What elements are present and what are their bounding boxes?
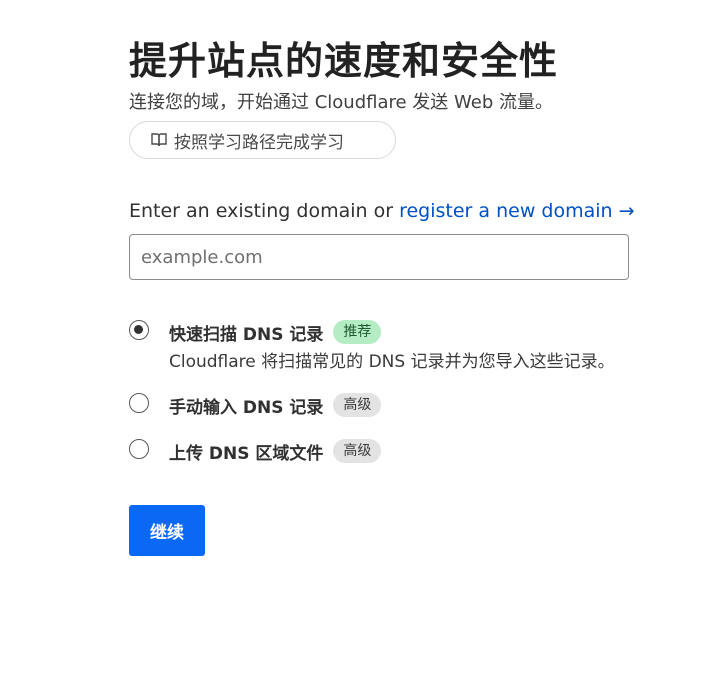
quick-scan-title: 快速扫描 DNS 记录 [169,324,324,345]
page-title: 提升站点的速度和安全性 [129,39,559,83]
domain-input[interactable] [129,234,629,280]
advanced-badge: 高级 [333,393,382,417]
learning-path-label: 按照学习路径完成学习 [174,132,344,153]
domain-label: Enter an existing domain or register a n… [129,200,635,222]
manual-entry-radio[interactable] [129,393,149,413]
register-domain-link[interactable]: register a new domain → [399,200,634,222]
upload-zone-file-title: 上传 DNS 区域文件 [169,443,324,464]
upload-zone-file-radio[interactable] [129,439,149,459]
quick-scan-radio[interactable] [129,320,149,340]
arrow-right-icon: → [618,200,635,222]
book-icon [150,132,168,148]
option-upload-zone-file[interactable]: 上传 DNS 区域文件 高级 [129,439,382,464]
option-manual-entry[interactable]: 手动输入 DNS 记录 高级 [129,393,382,418]
page-subtitle: 连接您的域，开始通过 Cloudflare 发送 Web 流量。 [129,92,553,113]
recommended-badge: 推荐 [333,320,382,344]
continue-button[interactable]: 继续 [129,505,205,556]
option-quick-scan[interactable]: 快速扫描 DNS 记录 推荐 Cloudflare 将扫描常见的 DNS 记录并… [129,320,615,372]
advanced-badge: 高级 [333,439,382,463]
quick-scan-description: Cloudflare 将扫描常见的 DNS 记录并为您导入这些记录。 [169,352,615,372]
domain-label-text: Enter an existing domain or [129,200,400,222]
register-domain-link-text: register a new domain [399,200,613,222]
page: 提升站点的速度和安全性 连接您的域，开始通过 Cloudflare 发送 Web… [0,0,721,675]
learning-path-button[interactable]: 按照学习路径完成学习 [129,121,396,159]
manual-entry-title: 手动输入 DNS 记录 [169,397,324,418]
